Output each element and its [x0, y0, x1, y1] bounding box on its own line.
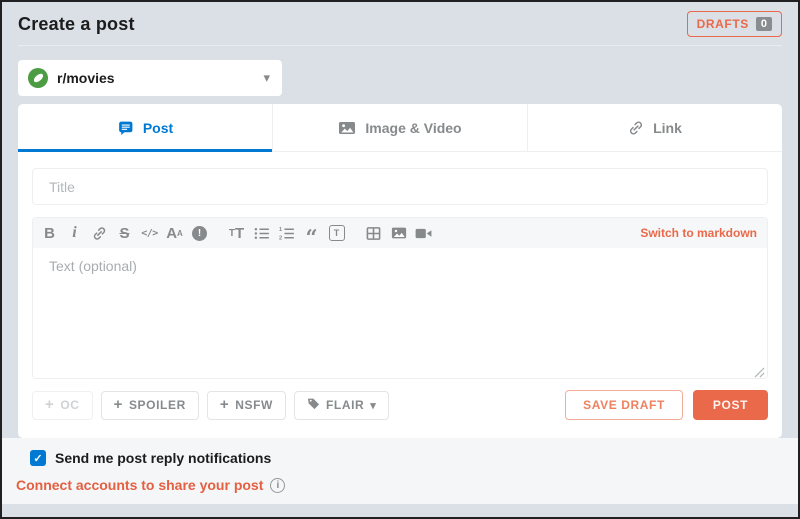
- connect-accounts-row: Connect accounts to share your post i: [16, 477, 782, 493]
- flair-button-label: FLAIR: [325, 398, 365, 412]
- notifications-setting: ✓ Send me post reply notifications: [30, 450, 782, 466]
- save-draft-button[interactable]: SAVE DRAFT: [565, 390, 683, 420]
- header-divider: [18, 45, 782, 46]
- link-icon: [628, 120, 644, 136]
- inline-code-icon[interactable]: </>: [137, 221, 162, 245]
- oc-button[interactable]: + OC: [32, 390, 93, 420]
- editor-body: [33, 248, 767, 378]
- superscript-icon[interactable]: AA: [162, 221, 187, 245]
- superscript-base: A: [166, 224, 178, 242]
- tab-link[interactable]: Link: [528, 104, 782, 151]
- formatting-toolbar: B i S </> AA ! T T 1 2 “ T Switch to mar…: [33, 218, 767, 248]
- spoiler-mark: !: [192, 225, 207, 241]
- plus-icon: +: [219, 396, 230, 413]
- plus-icon: +: [113, 396, 123, 413]
- heading-icon[interactable]: TT: [224, 221, 249, 245]
- image-upload-icon[interactable]: [386, 221, 411, 245]
- bold-icon[interactable]: B: [37, 221, 62, 245]
- quote-icon[interactable]: “: [299, 221, 324, 248]
- tab-link-label: Link: [653, 119, 682, 136]
- oc-button-label: OC: [60, 398, 80, 412]
- tab-image-video-label: Image & Video: [365, 119, 462, 136]
- rich-text-editor: B i S </> AA ! T T 1 2 “ T Switch to mar…: [32, 217, 768, 379]
- code-block-glyph: T: [328, 225, 345, 241]
- community-selector-dropdown[interactable]: r/movies ▾: [18, 60, 282, 96]
- create-post-card: Post Image & Video Link Title B i S </> …: [18, 104, 782, 438]
- title-input[interactable]: [32, 168, 768, 205]
- flair-button[interactable]: FLAIR ▾: [293, 390, 390, 420]
- post-body-textarea[interactable]: [33, 248, 767, 378]
- drafts-button-label: DRAFTS: [696, 17, 749, 31]
- post-actions-row: + OC + SPOILER + NSFW FLAIR ▾ SAVE DRAFT…: [32, 390, 768, 420]
- post-icon: [117, 119, 134, 136]
- drafts-count-badge: 0: [755, 17, 772, 31]
- spoiler-button[interactable]: + SPOILER: [100, 390, 199, 420]
- svg-text:2: 2: [279, 235, 282, 240]
- info-icon[interactable]: i: [270, 477, 286, 493]
- switch-to-markdown-link[interactable]: Switch to markdown: [640, 226, 757, 240]
- svg-text:1: 1: [279, 227, 282, 233]
- plus-icon: +: [45, 396, 55, 413]
- code-block-icon[interactable]: T: [324, 221, 349, 245]
- drafts-button[interactable]: DRAFTS 0: [686, 11, 782, 37]
- community-icon: [28, 68, 48, 88]
- tab-post-label: Post: [142, 119, 174, 136]
- bulleted-list-icon[interactable]: [249, 221, 274, 245]
- community-name: r/movies: [57, 70, 115, 86]
- spoiler-icon[interactable]: !: [187, 221, 212, 245]
- numbered-list-icon[interactable]: 1 2: [274, 221, 299, 245]
- checkmark-icon: ✓: [33, 452, 43, 465]
- superscript-mark: A: [177, 228, 183, 238]
- post-submit-button[interactable]: POST: [692, 390, 768, 420]
- chevron-down-icon: ▾: [263, 70, 270, 85]
- connect-accounts-link[interactable]: Connect accounts to share your post: [16, 477, 263, 493]
- create-post-page: Create a post DRAFTS 0 r/movies ▾ Post I…: [0, 0, 800, 519]
- post-type-tabs: Post Image & Video Link: [18, 104, 782, 152]
- nsfw-button-label: NSFW: [235, 398, 273, 412]
- tag-icon: [307, 397, 320, 413]
- link-icon[interactable]: [87, 221, 112, 245]
- heading-large-glyph: T: [234, 224, 245, 242]
- page-title: Create a post: [18, 13, 135, 34]
- info-glyph: i: [276, 479, 280, 491]
- tab-post[interactable]: Post: [18, 104, 273, 152]
- italic-icon[interactable]: i: [62, 221, 87, 245]
- post-form: B i S </> AA !: [18, 152, 782, 438]
- video-upload-icon[interactable]: [411, 221, 436, 245]
- nsfw-button[interactable]: + NSFW: [206, 390, 286, 420]
- submit-actions: SAVE DRAFT POST: [565, 390, 768, 420]
- table-icon[interactable]: [361, 221, 386, 245]
- resize-handle[interactable]: [754, 365, 765, 378]
- notifications-label: Send me post reply notifications: [55, 450, 272, 466]
- chevron-down-icon: ▾: [370, 399, 377, 412]
- strikethrough-icon[interactable]: S: [112, 221, 137, 245]
- spoiler-button-label: SPOILER: [128, 398, 186, 412]
- page-header: Create a post DRAFTS 0: [2, 2, 798, 37]
- image-icon: [338, 120, 356, 136]
- tab-image-video[interactable]: Image & Video: [273, 104, 528, 151]
- notifications-checkbox[interactable]: ✓: [30, 450, 46, 466]
- post-settings-footer: ✓ Send me post reply notifications Conne…: [2, 438, 798, 504]
